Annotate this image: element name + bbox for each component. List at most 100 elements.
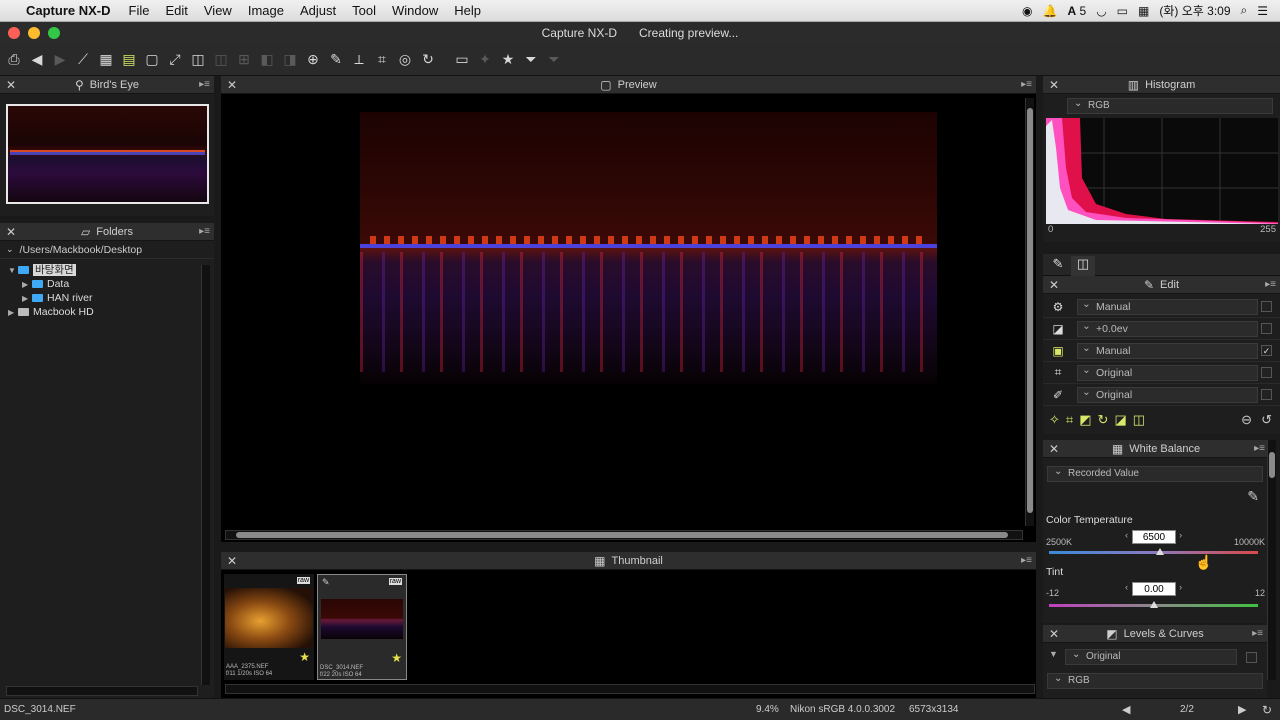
close-icon[interactable]: ✕ [227,554,237,568]
split-two-icon[interactable]: ◨ [280,50,300,70]
compare-four-icon[interactable]: ⊞ [234,50,254,70]
adobe-icon[interactable]: A 5 [1067,4,1086,18]
menu-edit[interactable]: Edit [157,3,195,18]
edit-checkbox[interactable] [1261,323,1272,334]
prev-image-icon[interactable]: ◀ [1122,703,1130,716]
thumbnail-item-selected[interactable]: ✎ raw ★ DSC_3014.NEF f/22 20s ISO 64 [317,574,407,680]
expand-down-icon[interactable]: ▼ [8,264,18,278]
forward-arrow-icon[interactable]: ▶ [50,50,70,70]
exposure-select[interactable]: +0.0ev [1077,320,1258,337]
clock[interactable]: (화) 오후 3:09 [1159,2,1230,19]
close-window-icon[interactable] [8,27,20,39]
close-icon[interactable]: ✕ [1049,627,1059,641]
lighten-tool-icon[interactable]: ◪ [1114,412,1126,428]
tree-item-data[interactable]: ▶ Data [8,277,214,291]
expand-right-icon[interactable]: ▶ [8,306,18,320]
app-menu[interactable]: Capture NX-D [16,3,121,18]
expand-right-icon[interactable]: ▶ [22,292,32,306]
menu-view[interactable]: View [196,3,240,18]
gray-tool-icon[interactable]: ✦ [475,50,495,70]
notification-icon[interactable]: 🔔 [1043,4,1058,18]
eyedropper-icon[interactable]: ✎ [1247,488,1259,505]
levels-checkbox[interactable] [1246,652,1257,663]
split-icon[interactable]: ◧ [257,50,277,70]
close-icon[interactable]: ✕ [227,78,237,92]
edit-preset-select[interactable]: Manual [1077,298,1258,315]
filter-icon[interactable]: ⏷ [521,50,541,70]
edit-checkbox-checked[interactable]: ✓ [1261,345,1272,356]
back-arrow-icon[interactable]: ◀ [27,50,47,70]
spotlight-icon[interactable]: ⌕ [1241,3,1248,18]
panel-menu-icon[interactable]: ▸≡ [199,226,210,237]
wb-mode-select[interactable]: ⌄ Recorded Value [1047,466,1263,482]
color-picker-icon[interactable]: ✧ [1049,412,1060,428]
thumbnail-horizontal-scrollbar[interactable] [225,684,1035,694]
preview-image[interactable] [360,112,937,384]
reset-icon[interactable]: ⊖ [1241,412,1252,428]
panel-menu-icon[interactable]: ▸≡ [1265,279,1276,290]
print-icon[interactable]: ⎙ [4,50,24,70]
rotate-tool-icon[interactable]: ↻ [1098,412,1109,428]
menu-window[interactable]: Window [384,3,446,18]
panel-menu-icon[interactable]: ▸≡ [1254,443,1265,454]
folders-horizontal-scrollbar[interactable] [6,686,198,696]
tree-item-macbook-hd[interactable]: ▶ Macbook HD [8,305,214,319]
crop-tool-icon[interactable]: ⌗ [1066,412,1073,428]
decrement-icon[interactable]: ‹ [1125,582,1128,593]
undo-icon[interactable]: ↺ [1261,412,1272,428]
thumbnail-item[interactable]: raw ★ AAA_2375.NEF f/11 1/20s ISO 64 [224,574,314,680]
levels-preset-select[interactable]: ⌄ Original [1065,649,1237,665]
minimize-window-icon[interactable] [28,27,40,39]
expand-right-icon[interactable]: ▶ [22,278,32,292]
panel-menu-icon[interactable]: ▸≡ [1021,79,1032,90]
folder-path-bar[interactable]: ⌄ /Users/Mackbook/Desktop [0,241,214,259]
tab-edit-icon[interactable]: ✎ [1047,256,1069,274]
panel-menu-icon[interactable]: ▸≡ [1252,628,1263,639]
edit-checkbox[interactable] [1261,301,1272,312]
flag-icon[interactable]: ▦ [1138,4,1149,18]
close-icon[interactable]: ✕ [1049,78,1059,92]
histogram-channel-select[interactable]: ⌄ RGB [1067,98,1273,114]
grid-view-icon[interactable]: ▦ [96,50,116,70]
tree-item-han-river[interactable]: ▶ HAN river [8,291,214,305]
star-rating-icon[interactable]: ★ [391,651,402,665]
close-icon[interactable]: ✕ [1049,278,1059,292]
panel-menu-icon[interactable]: ▸≡ [1021,555,1032,566]
filter-off-icon[interactable]: ⏷ [544,50,564,70]
slider-thumb[interactable] [1155,548,1164,555]
wifi-icon[interactable]: ◡ [1096,4,1106,18]
retouch-select[interactable]: Original [1077,386,1258,403]
single-view-icon[interactable]: ▢ [142,50,162,70]
tint-input[interactable]: 0.00 [1132,582,1176,596]
compare-icon[interactable]: ◫ [188,50,208,70]
preview-vertical-scrollbar[interactable] [1025,98,1034,526]
birds-eye-thumbnail[interactable] [6,104,209,204]
level-tool-icon[interactable]: ◩ [1079,412,1091,428]
menu-adjust[interactable]: Adjust [292,3,344,18]
chevron-down-icon[interactable]: ⌄ [6,244,14,255]
close-icon[interactable]: ✕ [6,78,16,92]
adjust-tool-icon[interactable]: ◫ [1133,412,1145,428]
levels-channel-select[interactable]: ⌄ RGB [1047,673,1263,689]
eyedropper-icon[interactable]: ✎ [326,50,346,70]
menu-image[interactable]: Image [240,3,292,18]
star-icon[interactable]: ★ [498,50,518,70]
display-icon[interactable]: ▭ [452,50,472,70]
panel-menu-icon[interactable]: ▸≡ [199,79,210,90]
decrement-icon[interactable]: ‹ [1125,530,1128,541]
fullscreen-icon[interactable]: ⤢ [165,50,185,70]
retouch-icon[interactable]: ◎ [395,50,415,70]
menu-help[interactable]: Help [446,3,489,18]
edit-checkbox[interactable] [1261,367,1272,378]
filmstrip-view-icon[interactable]: ▤ [119,50,139,70]
slider-thumb[interactable] [1149,601,1158,608]
close-icon[interactable]: ✕ [1049,442,1059,456]
picture-control-select[interactable]: Manual [1077,342,1258,359]
zoom-window-icon[interactable] [48,27,60,39]
preview-horizontal-scrollbar[interactable] [225,530,1023,540]
battery-icon[interactable]: ▭ [1117,4,1128,18]
star-rating-icon[interactable]: ★ [299,650,310,664]
menu-file[interactable]: File [121,3,158,18]
straighten-icon[interactable]: ⟂ [349,50,369,70]
menu-tool[interactable]: Tool [344,3,384,18]
